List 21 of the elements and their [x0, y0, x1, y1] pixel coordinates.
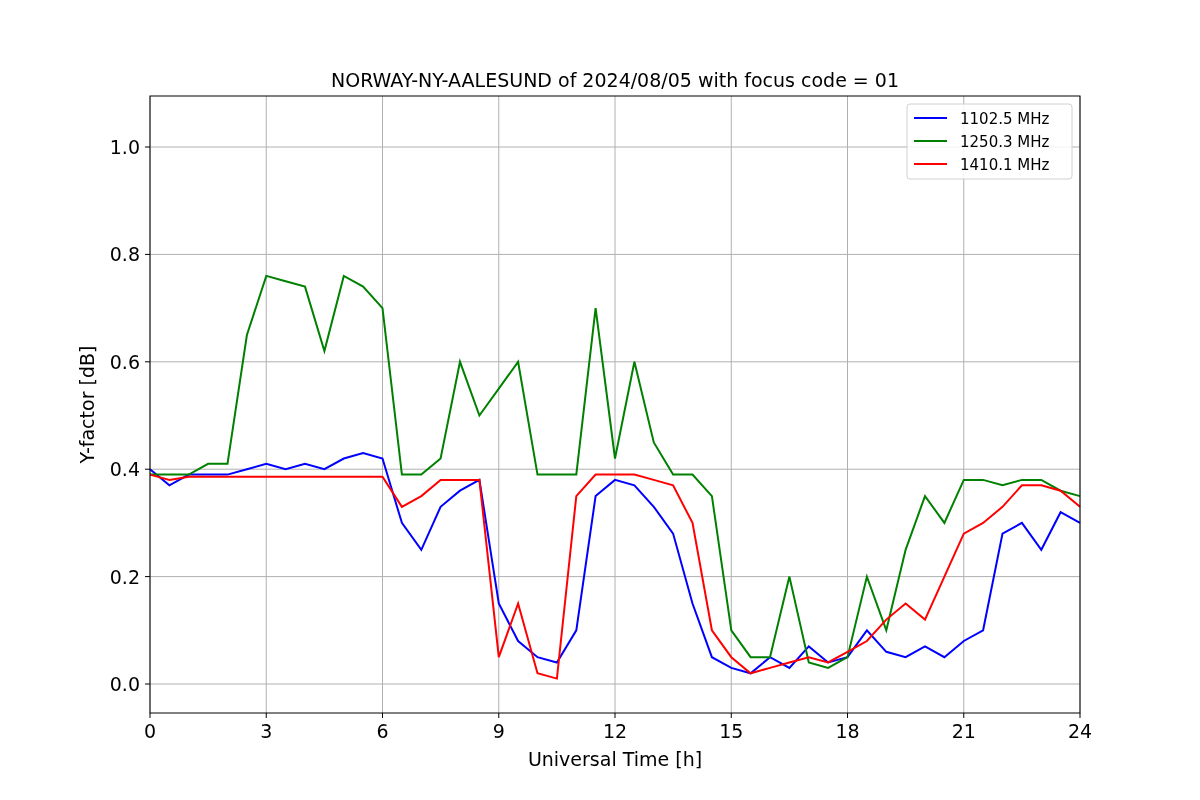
y-tick-label: 1.0 [109, 136, 140, 158]
legend-label: 1102.5 MHz [960, 110, 1050, 128]
y-axis-label: Y-factor [dB] [76, 345, 98, 464]
x-tick-label: 18 [835, 720, 860, 742]
x-tick-label: 9 [492, 720, 505, 742]
x-tick-label: 24 [1067, 720, 1093, 742]
legend-label: 1410.1 MHz [960, 156, 1050, 174]
x-tick-label: 21 [951, 720, 976, 742]
y-tick-label: 0.0 [109, 673, 140, 695]
x-axis-label: Universal Time [h] [527, 748, 703, 770]
x-tick-label: 0 [143, 720, 157, 742]
chart-title: NORWAY-NY-AALESUND of 2024/08/05 with focus code = 01 [331, 69, 899, 91]
x-tick-label: 15 [719, 720, 744, 742]
y-tick-label: 0.2 [109, 565, 140, 588]
x-tick-label: 3 [260, 720, 273, 742]
y-tick-label: 0.8 [109, 243, 140, 266]
legend-label: 1250.3 MHz [960, 133, 1050, 151]
x-tick-label: 6 [376, 720, 389, 742]
y-tick-label: 0.6 [109, 350, 140, 373]
x-tick-label: 12 [602, 720, 628, 742]
y-tick-label: 0.4 [109, 458, 140, 481]
